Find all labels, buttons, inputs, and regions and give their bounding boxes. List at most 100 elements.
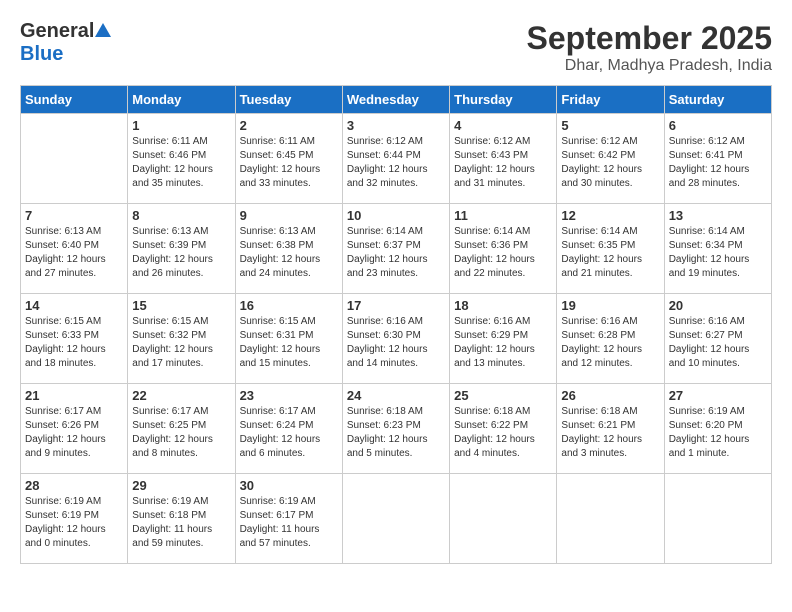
calendar: SundayMondayTuesdayWednesdayThursdayFrid… — [20, 85, 772, 564]
calendar-week-3: 14Sunrise: 6:15 AM Sunset: 6:33 PM Dayli… — [21, 294, 772, 384]
day-info: Sunrise: 6:18 AM Sunset: 6:22 PM Dayligh… — [454, 405, 552, 461]
day-info: Sunrise: 6:17 AM Sunset: 6:25 PM Dayligh… — [132, 405, 230, 461]
day-info: Sunrise: 6:13 AM Sunset: 6:39 PM Dayligh… — [132, 225, 230, 281]
calendar-week-1: 1 Sunrise: 6:11 AM Sunset: 6:46 PM Daylig… — [21, 114, 772, 204]
month-title: September 2025 — [527, 20, 772, 57]
day-number: 10 — [347, 208, 445, 223]
day-info: Sunrise: 6:19 AM Sunset: 6:18 PM Dayligh… — [132, 495, 230, 551]
day-number: 22 — [132, 388, 230, 403]
calendar-cell: 24 Sunrise: 6:18 AM Sunset: 6:23 PM Dayli… — [342, 384, 449, 474]
day-number: 24 — [347, 388, 445, 403]
logo-general: General — [20, 20, 94, 43]
calendar-cell: 30 Sunrise: 6:19 AM Sunset: 6:17 PM Dayli… — [235, 474, 342, 564]
calendar-cell: 22 Sunrise: 6:17 AM Sunset: 6:25 PM Dayli… — [128, 384, 235, 474]
calendar-cell: 25 Sunrise: 6:18 AM Sunset: 6:22 PM Dayli… — [450, 384, 557, 474]
day-number: 1 — [132, 118, 230, 133]
calendar-cell: 28 Sunrise: 6:19 AM Sunset: 6:19 PM Dayli… — [21, 474, 128, 564]
day-number: 9 — [240, 208, 338, 223]
day-info: Sunrise: 6:11 AM Sunset: 6:46 PM Dayligh… — [132, 135, 230, 191]
calendar-cell: 17 Sunrise: 6:16 AM Sunset: 6:30 PM Dayli… — [342, 294, 449, 384]
day-number: 12 — [561, 208, 659, 223]
header: General Blue September 2025 Dhar, Madhya… — [20, 20, 772, 75]
day-number: 8 — [132, 208, 230, 223]
weekday-header-thursday: Thursday — [450, 86, 557, 114]
day-info: Sunrise: 6:12 AM Sunset: 6:41 PM Dayligh… — [669, 135, 767, 191]
calendar-cell: 5Sunrise: 6:12 AM Sunset: 6:42 PM Daylig… — [557, 114, 664, 204]
weekday-header-monday: Monday — [128, 86, 235, 114]
weekday-header-friday: Friday — [557, 86, 664, 114]
day-number: 23 — [240, 388, 338, 403]
day-number: 3 — [347, 118, 445, 133]
day-info: Sunrise: 6:14 AM Sunset: 6:34 PM Dayligh… — [669, 225, 767, 281]
weekday-header-wednesday: Wednesday — [342, 86, 449, 114]
day-info: Sunrise: 6:12 AM Sunset: 6:43 PM Dayligh… — [454, 135, 552, 191]
day-number: 7 — [25, 208, 123, 223]
day-info: Sunrise: 6:16 AM Sunset: 6:29 PM Dayligh… — [454, 315, 552, 371]
day-info: Sunrise: 6:13 AM Sunset: 6:40 PM Dayligh… — [25, 225, 123, 281]
day-number: 2 — [240, 118, 338, 133]
location: Dhar, Madhya Pradesh, India — [527, 57, 772, 75]
calendar-cell: 11Sunrise: 6:14 AM Sunset: 6:36 PM Dayli… — [450, 204, 557, 294]
weekday-header-saturday: Saturday — [664, 86, 771, 114]
calendar-cell: 20Sunrise: 6:16 AM Sunset: 6:27 PM Dayli… — [664, 294, 771, 384]
day-info: Sunrise: 6:16 AM Sunset: 6:28 PM Dayligh… — [561, 315, 659, 371]
day-info: Sunrise: 6:16 AM Sunset: 6:27 PM Dayligh… — [669, 315, 767, 371]
day-number: 14 — [25, 298, 123, 313]
logo-triangle-icon — [95, 23, 111, 37]
calendar-cell — [342, 474, 449, 564]
calendar-cell: 16Sunrise: 6:15 AM Sunset: 6:31 PM Dayli… — [235, 294, 342, 384]
day-number: 21 — [25, 388, 123, 403]
day-number: 19 — [561, 298, 659, 313]
day-info: Sunrise: 6:15 AM Sunset: 6:31 PM Dayligh… — [240, 315, 338, 371]
calendar-cell: 29 Sunrise: 6:19 AM Sunset: 6:18 PM Dayli… — [128, 474, 235, 564]
day-number: 13 — [669, 208, 767, 223]
day-info: Sunrise: 6:16 AM Sunset: 6:30 PM Dayligh… — [347, 315, 445, 371]
day-info: Sunrise: 6:17 AM Sunset: 6:26 PM Dayligh… — [25, 405, 123, 461]
day-number: 6 — [669, 118, 767, 133]
calendar-cell: 4 Sunrise: 6:12 AM Sunset: 6:43 PM Daylig… — [450, 114, 557, 204]
calendar-week-2: 7 Sunrise: 6:13 AM Sunset: 6:40 PM Daylig… — [21, 204, 772, 294]
day-info: Sunrise: 6:14 AM Sunset: 6:37 PM Dayligh… — [347, 225, 445, 281]
day-info: Sunrise: 6:19 AM Sunset: 6:17 PM Dayligh… — [240, 495, 338, 551]
calendar-week-4: 21 Sunrise: 6:17 AM Sunset: 6:26 PM Dayli… — [21, 384, 772, 474]
calendar-cell: 27 Sunrise: 6:19 AM Sunset: 6:20 PM Dayli… — [664, 384, 771, 474]
calendar-cell: 19 Sunrise: 6:16 AM Sunset: 6:28 PM Dayli… — [557, 294, 664, 384]
logo-blue: Blue — [20, 43, 63, 66]
calendar-cell: 15Sunrise: 6:15 AM Sunset: 6:32 PM Dayli… — [128, 294, 235, 384]
day-number: 4 — [454, 118, 552, 133]
day-number: 28 — [25, 478, 123, 493]
day-info: Sunrise: 6:18 AM Sunset: 6:21 PM Dayligh… — [561, 405, 659, 461]
calendar-cell: 1 Sunrise: 6:11 AM Sunset: 6:46 PM Daylig… — [128, 114, 235, 204]
calendar-cell: 12 Sunrise: 6:14 AM Sunset: 6:35 PM Dayli… — [557, 204, 664, 294]
calendar-cell: 18Sunrise: 6:16 AM Sunset: 6:29 PM Dayli… — [450, 294, 557, 384]
calendar-cell: 21 Sunrise: 6:17 AM Sunset: 6:26 PM Dayli… — [21, 384, 128, 474]
day-number: 29 — [132, 478, 230, 493]
weekday-header-row: SundayMondayTuesdayWednesdayThursdayFrid… — [21, 86, 772, 114]
day-info: Sunrise: 6:19 AM Sunset: 6:19 PM Dayligh… — [25, 495, 123, 551]
day-info: Sunrise: 6:12 AM Sunset: 6:42 PM Dayligh… — [561, 135, 659, 191]
day-info: Sunrise: 6:14 AM Sunset: 6:35 PM Dayligh… — [561, 225, 659, 281]
calendar-cell: 14Sunrise: 6:15 AM Sunset: 6:33 PM Dayli… — [21, 294, 128, 384]
day-info: Sunrise: 6:12 AM Sunset: 6:44 PM Dayligh… — [347, 135, 445, 191]
day-info: Sunrise: 6:17 AM Sunset: 6:24 PM Dayligh… — [240, 405, 338, 461]
calendar-cell: 10 Sunrise: 6:14 AM Sunset: 6:37 PM Dayli… — [342, 204, 449, 294]
day-info: Sunrise: 6:14 AM Sunset: 6:36 PM Dayligh… — [454, 225, 552, 281]
calendar-cell: 3 Sunrise: 6:12 AM Sunset: 6:44 PM Daylig… — [342, 114, 449, 204]
day-number: 25 — [454, 388, 552, 403]
calendar-cell: 13 Sunrise: 6:14 AM Sunset: 6:34 PM Dayli… — [664, 204, 771, 294]
calendar-cell: 7 Sunrise: 6:13 AM Sunset: 6:40 PM Daylig… — [21, 204, 128, 294]
calendar-cell: 8 Sunrise: 6:13 AM Sunset: 6:39 PM Daylig… — [128, 204, 235, 294]
logo: General Blue — [20, 20, 111, 66]
weekday-header-sunday: Sunday — [21, 86, 128, 114]
calendar-cell — [557, 474, 664, 564]
calendar-cell: 6 Sunrise: 6:12 AM Sunset: 6:41 PM Daylig… — [664, 114, 771, 204]
calendar-cell: 9Sunrise: 6:13 AM Sunset: 6:38 PM Daylig… — [235, 204, 342, 294]
day-number: 30 — [240, 478, 338, 493]
calendar-body: 1 Sunrise: 6:11 AM Sunset: 6:46 PM Daylig… — [21, 114, 772, 564]
day-info: Sunrise: 6:19 AM Sunset: 6:20 PM Dayligh… — [669, 405, 767, 461]
calendar-week-5: 28 Sunrise: 6:19 AM Sunset: 6:19 PM Dayli… — [21, 474, 772, 564]
day-info: Sunrise: 6:18 AM Sunset: 6:23 PM Dayligh… — [347, 405, 445, 461]
day-number: 27 — [669, 388, 767, 403]
day-number: 17 — [347, 298, 445, 313]
calendar-cell: 26Sunrise: 6:18 AM Sunset: 6:21 PM Dayli… — [557, 384, 664, 474]
